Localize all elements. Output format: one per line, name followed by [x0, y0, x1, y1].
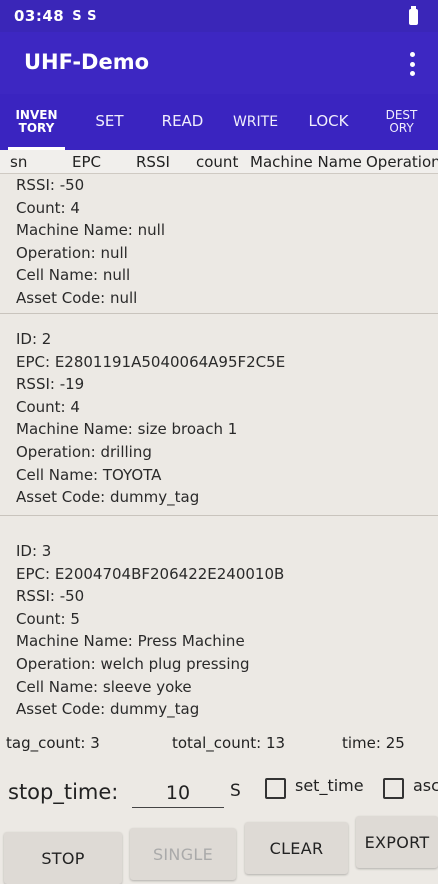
record-machine-name: Machine Name: size broach 1	[16, 420, 238, 439]
tab-label: INVEN TORY	[15, 108, 58, 135]
tab-label: SET	[95, 112, 124, 131]
overflow-menu-icon[interactable]	[408, 52, 416, 76]
list-item[interactable]: ID: 2 EPC: E2801191A5040064A95F2C5E RSSI…	[0, 314, 438, 516]
stop-time-row: stop_time: S set_time asc	[0, 772, 438, 816]
record-asset-code: Asset Code: dummy_tag	[16, 700, 200, 719]
record-asset-code: Asset Code: dummy_tag	[16, 488, 200, 507]
tab-read[interactable]: READ	[146, 94, 219, 150]
record-id: ID: 2	[16, 330, 52, 348]
stop-time-unit: S	[230, 781, 241, 801]
list-item[interactable]: RSSI: -50 Count: 4 Machine Name: null Op…	[0, 174, 438, 314]
status-time: 03:48	[14, 7, 65, 25]
tab-destory[interactable]: DEST ORY	[365, 94, 438, 150]
column-header: sn EPC RSSI count Machine Name Operation	[0, 150, 438, 174]
tab-label: WRITE	[232, 113, 279, 130]
single-button[interactable]: SINGLE	[130, 828, 236, 880]
tab-set[interactable]: SET	[73, 94, 146, 150]
battery-icon	[409, 6, 418, 25]
record-operation: Operation: welch plug pressing	[16, 654, 250, 673]
record-rssi: RSSI: -19	[16, 375, 85, 394]
tab-label: READ	[161, 112, 204, 131]
footer-counts: tag_count: 3 total_count: 13 time: 25	[0, 730, 438, 758]
asc-checkbox[interactable]	[383, 778, 404, 799]
export-button[interactable]: EXPORT	[356, 816, 438, 868]
record-machine-name: Machine Name: Press Machine	[16, 632, 245, 651]
record-count: Count: 4	[16, 397, 80, 416]
asc-label: asc	[413, 776, 438, 795]
record-count: Count: 4	[16, 198, 80, 217]
app-title: UHF-Demo	[24, 50, 150, 74]
clear-button[interactable]: CLEAR	[245, 822, 348, 874]
list-item[interactable]: ID: 3 EPC: E2004704BF206422E240010B RSSI…	[0, 516, 438, 726]
record-machine-name: Machine Name: null	[16, 221, 165, 240]
column-operation: Operation	[366, 153, 438, 171]
total-count: total_count: 13	[172, 734, 286, 752]
column-machine-name: Machine Name	[250, 153, 362, 171]
record-rssi: RSSI: -50	[16, 176, 85, 194]
record-asset-code: Asset Code: null	[16, 288, 138, 307]
tab-inventory[interactable]: INVEN TORY	[0, 94, 73, 150]
tab-label: LOCK	[308, 112, 349, 131]
record-epc: EPC: E2801191A5040064A95F2C5E	[16, 352, 286, 371]
record-epc: EPC: E2004704BF206422E240010B	[16, 564, 285, 583]
elapsed-time: time: 25	[342, 734, 405, 752]
action-buttons: STOP SINGLE CLEAR EXPORT	[0, 816, 438, 884]
stop-button[interactable]: STOP	[4, 832, 122, 884]
set-time-label: set_time	[295, 776, 364, 795]
record-cell-name: Cell Name: sleeve yoke	[16, 677, 192, 696]
notification-icons: S S	[72, 8, 98, 24]
stop-time-input[interactable]	[132, 778, 224, 808]
column-count: count	[196, 153, 239, 171]
set-time-checkbox[interactable]	[265, 778, 286, 799]
record-operation: Operation: null	[16, 243, 128, 262]
record-count: Count: 5	[16, 609, 80, 628]
record-cell-name: Cell Name: TOYOTA	[16, 465, 162, 484]
column-sn: sn	[10, 153, 28, 171]
stop-time-label: stop_time:	[8, 780, 119, 804]
tab-write[interactable]: WRITE	[219, 94, 292, 150]
record-id: ID: 3	[16, 542, 52, 560]
record-rssi: RSSI: -50	[16, 587, 85, 606]
record-cell-name: Cell Name: null	[16, 266, 131, 285]
app-bar: UHF-Demo	[0, 32, 438, 94]
status-bar: 03:48 S S	[0, 0, 438, 32]
column-rssi: RSSI	[136, 153, 170, 171]
tab-lock[interactable]: LOCK	[292, 94, 365, 150]
record-operation: Operation: drilling	[16, 442, 152, 461]
tab-bar: INVEN TORY SET READ WRITE LOCK DEST ORY	[0, 94, 438, 150]
tag-list[interactable]: RSSI: -50 Count: 4 Machine Name: null Op…	[0, 174, 438, 726]
column-epc: EPC	[72, 153, 101, 171]
tab-label: DEST ORY	[385, 108, 418, 135]
tag-count: tag_count: 3	[6, 734, 100, 752]
